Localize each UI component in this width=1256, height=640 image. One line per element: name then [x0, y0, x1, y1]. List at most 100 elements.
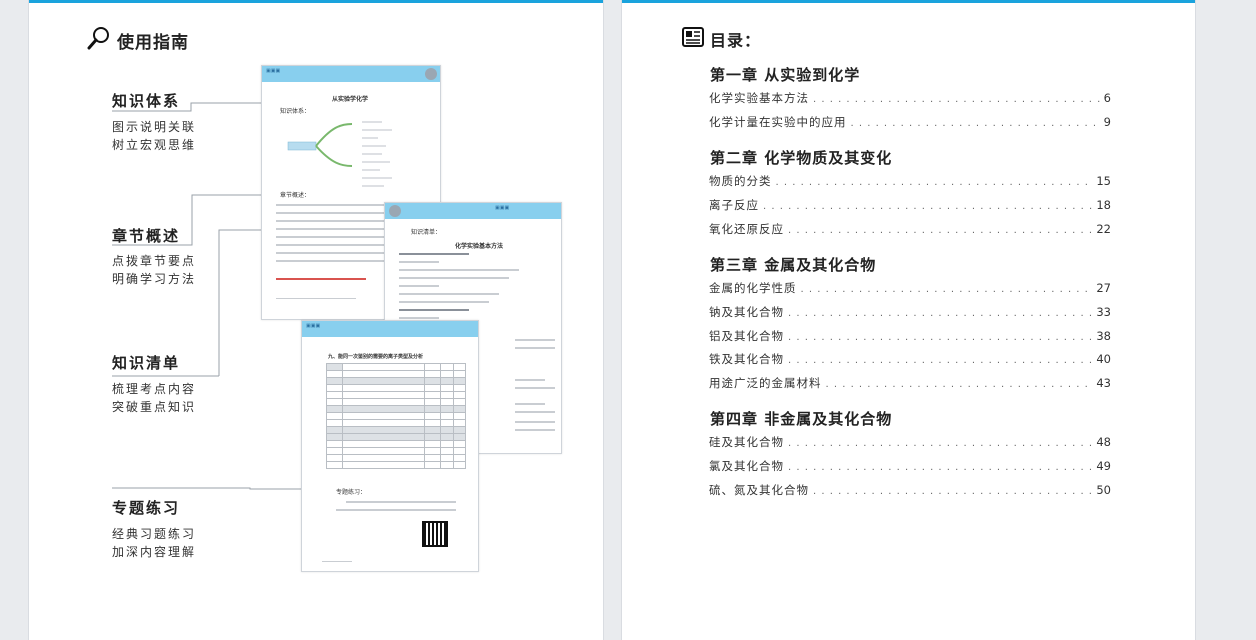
- toc-entry[interactable]: 硅及其化合物 . . . . . . . . . . . . . . . . .…: [709, 434, 1111, 450]
- newspaper-icon: [682, 26, 704, 52]
- guide-page: 使用指南 知识体系 图示说明关联 树立宏观思维 章节概述 点拨章节要点 明确学习…: [28, 0, 604, 640]
- thumb-header: ▣▣▣: [302, 321, 478, 337]
- thumb-table: [325, 363, 467, 469]
- toc-entry-label: 铝及其化合物: [709, 329, 784, 343]
- footer-line: [276, 298, 356, 299]
- thumb-sec1: 知识体系：: [280, 108, 311, 115]
- section-title-chapter-overview: 章节概述: [112, 227, 181, 245]
- toc-entry-page: 6: [1103, 91, 1111, 105]
- toc-entry-label: 铁及其化合物: [709, 352, 784, 366]
- text-line: [515, 403, 545, 405]
- text-line: [399, 253, 469, 255]
- text-line: [515, 347, 555, 349]
- toc-entry-page: 40: [1096, 352, 1111, 366]
- section-title-topic-practice: 专题练习: [112, 499, 181, 517]
- dot-leader: . . . . . . . . . . . . . . . . . . . . …: [788, 438, 1092, 449]
- toc-entry-label: 化学计量在实验中的应用: [709, 115, 847, 129]
- brand-logo: ▣▣▣: [495, 205, 510, 211]
- text-line: [515, 387, 555, 389]
- thumb-title: 九、能同一次鉴别的需要的离子类型及分析: [328, 354, 424, 360]
- toc-entry-label: 硫、氮及其化合物: [709, 483, 809, 497]
- section-title-knowledge-system: 知识体系: [112, 92, 181, 110]
- toc-entry-label: 离子反应: [709, 198, 759, 212]
- thumb-sec: 专题练习：: [336, 489, 367, 496]
- section-desc-knowledge-list: 梳理考点内容 突破重点知识: [112, 380, 196, 416]
- text-line: [346, 501, 456, 503]
- toc-entry-page: 18: [1096, 198, 1111, 212]
- toc-entry-page: 22: [1096, 222, 1111, 236]
- desc-line: 点拨章节要点: [112, 254, 197, 268]
- dot-leader: . . . . . . . . . . . . . . . . . . . . …: [850, 118, 1100, 129]
- toc-entry[interactable]: 氧化还原反应 . . . . . . . . . . . . . . . . .…: [709, 221, 1111, 237]
- toc-entry-page: 48: [1096, 435, 1111, 449]
- toc-entry-label: 钠及其化合物: [709, 305, 784, 319]
- mind-map-diagram: [287, 121, 392, 187]
- thumbnail-page-topic-practice: ▣▣▣ 九、能同一次鉴别的需要的离子类型及分析 专题练习：: [301, 320, 479, 572]
- text-line: [399, 269, 519, 271]
- toc-entry[interactable]: 金属的化学性质 . . . . . . . . . . . . . . . . …: [709, 280, 1111, 296]
- dot-leader: . . . . . . . . . . . . . . . . . . . . …: [775, 177, 1093, 188]
- footer-line: [322, 561, 352, 562]
- toc-entry[interactable]: 钠及其化合物 . . . . . . . . . . . . . . . . .…: [709, 304, 1111, 320]
- thumb-title: 化学实验基本方法: [455, 243, 504, 250]
- desc-line: 明确学习方法: [112, 272, 197, 286]
- toc-entry-label: 化学实验基本方法: [709, 91, 809, 105]
- thumb-sec: 知识清单：: [411, 229, 442, 236]
- text-line: [399, 317, 439, 319]
- toc-entry-page: 9: [1103, 115, 1111, 129]
- toc-entry[interactable]: 物质的分类 . . . . . . . . . . . . . . . . . …: [709, 173, 1111, 189]
- toc-entry-label: 金属的化学性质: [709, 281, 797, 295]
- dot-leader: . . . . . . . . . . . . . . . . . . . . …: [788, 332, 1092, 343]
- section-title-knowledge-list: 知识清单: [112, 354, 181, 372]
- dot-leader: . . . . . . . . . . . . . . . . . . . . …: [788, 355, 1092, 366]
- thumb-header: ▣▣▣: [262, 66, 440, 82]
- text-line: [515, 411, 555, 413]
- desc-line: 经典习题练习: [112, 527, 197, 541]
- toc-entry[interactable]: 离子反应 . . . . . . . . . . . . . . . . . .…: [709, 197, 1111, 213]
- chapter-title: 第二章 化学物质及其变化: [710, 149, 893, 167]
- toc-entry-label: 用途广泛的金属材料: [709, 376, 822, 390]
- badge-icon: [389, 205, 401, 217]
- dot-leader: . . . . . . . . . . . . . . . . . . . . …: [825, 379, 1093, 390]
- toc-entry[interactable]: 铝及其化合物 . . . . . . . . . . . . . . . . .…: [709, 328, 1111, 344]
- toc-entry-page: 33: [1096, 305, 1111, 319]
- toc-title-text: 目录：: [710, 31, 762, 50]
- text-line: [276, 260, 396, 262]
- dot-leader: . . . . . . . . . . . . . . . . . . . . …: [763, 201, 1092, 212]
- text-line: [515, 429, 555, 431]
- text-line: [399, 293, 499, 295]
- desc-line: 梳理考点内容: [112, 382, 197, 396]
- dot-leader: . . . . . . . . . . . . . . . . . . . . …: [788, 225, 1092, 236]
- toc-page: 目录： 第一章 从实验到化学 化学实验基本方法 . . . . . . . . …: [621, 0, 1196, 640]
- text-line: [515, 379, 545, 381]
- chapter-title: 第三章 金属及其化合物: [710, 256, 877, 274]
- toc-title: 目录：: [682, 26, 761, 52]
- chapter-title: 第四章 非金属及其化合物: [710, 410, 893, 428]
- toc-entry-page: 38: [1096, 329, 1111, 343]
- toc-entry[interactable]: 用途广泛的金属材料 . . . . . . . . . . . . . . . …: [709, 375, 1111, 391]
- dot-leader: . . . . . . . . . . . . . . . . . . . . …: [813, 486, 1092, 497]
- text-line: [399, 285, 439, 287]
- desc-line: 加深内容理解: [112, 545, 197, 559]
- brand-logo: ▣▣▣: [306, 323, 321, 329]
- toc-entry-page: 15: [1096, 174, 1111, 188]
- toc-entry-page: 49: [1096, 459, 1111, 473]
- text-line: [399, 309, 469, 311]
- chapter-title: 第一章 从实验到化学: [710, 66, 861, 84]
- toc-entry[interactable]: 硫、氮及其化合物 . . . . . . . . . . . . . . . .…: [709, 482, 1111, 498]
- dot-leader: . . . . . . . . . . . . . . . . . . . . …: [813, 94, 1100, 105]
- toc-entry-page: 43: [1096, 376, 1111, 390]
- toc-entry-page: 27: [1096, 281, 1111, 295]
- brand-logo: ▣▣▣: [266, 68, 281, 74]
- text-line: [515, 421, 555, 423]
- toc-entry[interactable]: 铁及其化合物 . . . . . . . . . . . . . . . . .…: [709, 351, 1111, 367]
- toc-entry[interactable]: 氯及其化合物 . . . . . . . . . . . . . . . . .…: [709, 458, 1111, 474]
- toc-entry[interactable]: 化学计量在实验中的应用 . . . . . . . . . . . . . . …: [709, 114, 1111, 130]
- toc-entry[interactable]: 化学实验基本方法 . . . . . . . . . . . . . . . .…: [709, 90, 1111, 106]
- text-line: [336, 509, 456, 511]
- toc-entry-label: 物质的分类: [709, 174, 772, 188]
- thumb-sec2: 章节概述：: [280, 192, 311, 199]
- text-line: [399, 301, 489, 303]
- accent-bar: [622, 0, 1195, 3]
- text-line: [399, 261, 439, 263]
